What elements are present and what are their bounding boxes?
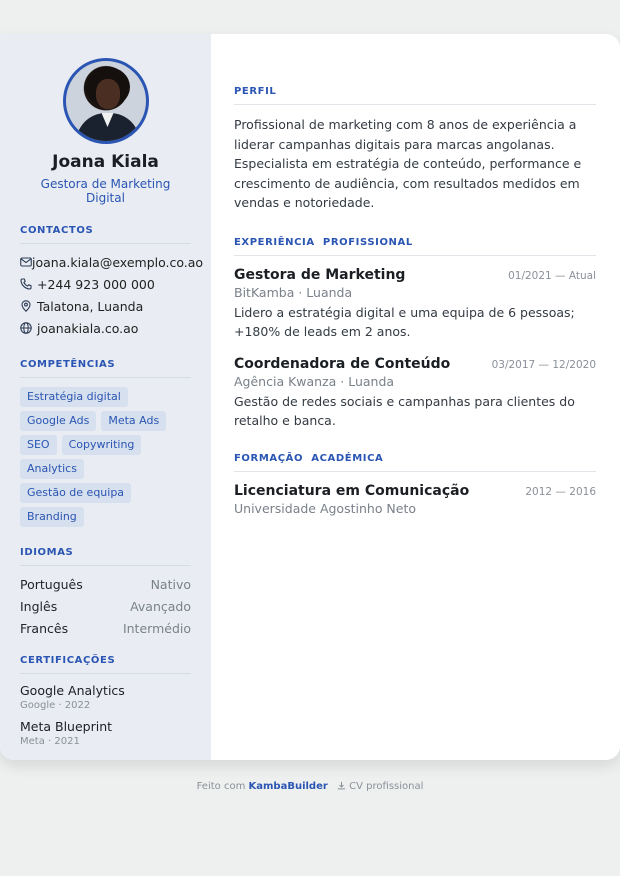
skill-tag: Meta Ads bbox=[101, 411, 167, 431]
job-title: Coordenadora de Conteúdo bbox=[234, 355, 451, 372]
certification-name: Google Analytics bbox=[20, 683, 125, 698]
phone-icon bbox=[20, 278, 37, 290]
language-row: Português Nativo bbox=[20, 573, 191, 595]
contacts-section: CONTACTOS joana.kiala@exemplo.co.ao +244… bbox=[20, 225, 203, 339]
certification-item: Meta Blueprint Meta · 2021 bbox=[20, 719, 191, 747]
language-name: Inglês bbox=[20, 598, 58, 614]
job-org: BitKamba · Luanda bbox=[234, 284, 353, 300]
skill-tag: Copywriting bbox=[61, 435, 142, 455]
contact-email-text: joana.kiala@exemplo.co.ao bbox=[32, 254, 204, 270]
certifications-title: CERTIFICAÇÕES bbox=[20, 655, 191, 674]
cv-card: Joana Kiala Gestora de Marketing Digital… bbox=[0, 34, 620, 760]
person-role: Gestora de Marketing Digital bbox=[40, 177, 171, 205]
degree-org: Universidade Agostinho Neto bbox=[234, 500, 417, 516]
cv-main: PERFIL Profissional de marketing com 8 a… bbox=[211, 34, 620, 760]
skills-tags: Estratégia digital Google Ads Meta Ads S… bbox=[20, 387, 191, 531]
degree-date: 2012 — 2016 bbox=[525, 485, 596, 498]
contact-phone[interactable]: +244 923 000 000 bbox=[20, 273, 191, 295]
language-name: Português bbox=[20, 576, 83, 592]
language-row: Inglês Avançado bbox=[20, 595, 191, 617]
certification-item: Google Analytics Google · 2022 bbox=[20, 683, 191, 711]
languages-section: IDIOMAS Português Nativo Inglês Avançado… bbox=[20, 547, 191, 639]
certifications-section: CERTIFICAÇÕES Google Analytics Google · … bbox=[20, 655, 191, 747]
job-desc: Gestão de redes sociais e campanhas para… bbox=[234, 393, 575, 429]
globe-icon bbox=[20, 322, 37, 334]
language-level: Avançado bbox=[130, 598, 191, 614]
language-level: Intermédio bbox=[122, 620, 191, 636]
skill-tag: Analytics bbox=[20, 459, 84, 479]
person-name: Joana Kiala bbox=[52, 152, 159, 172]
avatar bbox=[62, 58, 149, 144]
download-icon bbox=[337, 781, 349, 792]
contact-email[interactable]: joana.kiala@exemplo.co.ao bbox=[20, 251, 203, 273]
summary-title: PERFIL bbox=[234, 86, 596, 105]
skill-tag: Estratégia digital bbox=[20, 387, 128, 407]
education-title: FORMAÇÃO ACADÉMICA bbox=[234, 453, 596, 472]
certification-name: Meta Blueprint bbox=[20, 719, 113, 734]
footer: Feito com KambaBuilder CV profissional bbox=[0, 781, 620, 792]
job-title: Gestora de Marketing bbox=[234, 266, 406, 283]
contact-location: Talatona, Luanda bbox=[20, 295, 191, 317]
contacts-title: CONTACTOS bbox=[20, 225, 191, 244]
education-item: Licenciatura em Comunicação 2012 — 2016 … bbox=[234, 483, 596, 516]
language-row: Francês Intermédio bbox=[20, 617, 191, 639]
experience-item: Gestora de Marketing 01/2021 — Atual Bit… bbox=[234, 267, 596, 342]
summary-section: PERFIL Profissional de marketing com 8 a… bbox=[234, 86, 596, 213]
contact-location-text: Talatona, Luanda bbox=[37, 298, 144, 314]
footer-prefix: Feito com bbox=[196, 781, 246, 792]
degree-title: Licenciatura em Comunicação bbox=[234, 482, 470, 499]
certification-meta: Google · 2022 bbox=[20, 700, 91, 711]
language-name: Francês bbox=[20, 620, 69, 636]
job-org: Agência Kwanza · Luanda bbox=[234, 373, 395, 389]
job-date: 01/2021 — Atual bbox=[508, 269, 596, 282]
contact-website-text: joanakiala.co.ao bbox=[37, 320, 139, 336]
map-pin-icon bbox=[20, 300, 37, 312]
certification-meta: Meta · 2021 bbox=[20, 736, 80, 747]
education-section: FORMAÇÃO ACADÉMICA Licenciatura em Comun… bbox=[234, 453, 596, 516]
languages-title: IDIOMAS bbox=[20, 547, 191, 566]
skill-tag: Branding bbox=[20, 507, 84, 527]
experience-title: EXPERIÊNCIA PROFISSIONAL bbox=[234, 237, 596, 256]
experience-section: EXPERIÊNCIA PROFISSIONAL Gestora de Mark… bbox=[234, 237, 596, 431]
skills-title: COMPETÊNCIAS bbox=[20, 359, 191, 378]
language-level: Nativo bbox=[150, 576, 191, 592]
summary-text: Profissional de marketing com 8 anos de … bbox=[234, 117, 582, 210]
skills-section: COMPETÊNCIAS Estratégia digital Google A… bbox=[20, 359, 191, 531]
skill-tag: Google Ads bbox=[20, 411, 97, 431]
footer-brand-link[interactable]: KambaBuilder bbox=[249, 781, 328, 792]
footer-badge[interactable]: CV profissional bbox=[337, 781, 423, 792]
mail-icon bbox=[20, 256, 32, 268]
contact-phone-text: +244 923 000 000 bbox=[37, 276, 155, 292]
job-desc: Lidero a estratégia digital e uma equipa… bbox=[234, 304, 575, 340]
experience-item: Coordenadora de Conteúdo 03/2017 — 12/20… bbox=[234, 356, 596, 431]
skill-tag: SEO bbox=[20, 435, 57, 455]
contact-website[interactable]: joanakiala.co.ao bbox=[20, 317, 191, 339]
cv-sidebar: Joana Kiala Gestora de Marketing Digital… bbox=[0, 34, 211, 760]
skill-tag: Gestão de equipa bbox=[20, 483, 132, 503]
footer-badge-text: CV profissional bbox=[349, 781, 424, 792]
job-date: 03/2017 — 12/2020 bbox=[491, 358, 596, 371]
